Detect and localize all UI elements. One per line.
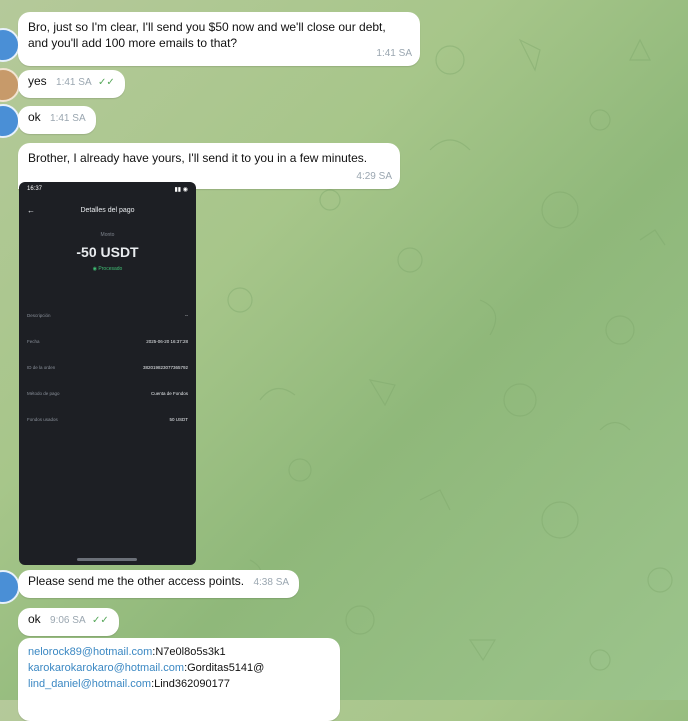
- phone-signal-icon: ▮▮ ◉: [174, 187, 188, 193]
- detail-value: 2025-06-20 16:37:28: [146, 338, 188, 344]
- back-arrow-icon: ←: [27, 206, 35, 215]
- home-indicator: [77, 558, 137, 561]
- message-text: Bro, just so I'm clear, I'll send you $5…: [28, 20, 386, 50]
- detail-label: Método de pago: [27, 390, 60, 396]
- payment-amount: -50 USDT: [76, 244, 139, 260]
- detail-label: ID de la orden: [27, 364, 56, 370]
- message-text: yes: [28, 74, 47, 88]
- read-receipt-icon: ✓✓: [97, 77, 115, 88]
- read-receipt-icon: ✓✓: [91, 615, 109, 626]
- amount-label: Monto: [100, 232, 115, 238]
- password-text: :Gorditas5141@: [184, 662, 265, 674]
- phone-status-bar: 16:37 ▮▮ ◉: [19, 182, 196, 197]
- email-link[interactable]: karokarokarokaro@hotmail.com: [28, 662, 184, 674]
- password-text: :N7e0l8o5s3k1: [152, 646, 226, 658]
- message-bubble[interactable]: Please send me the other access points. …: [18, 570, 300, 598]
- message-time: 4:29 SA: [356, 171, 392, 182]
- detail-value: 382019823077365792: [142, 364, 188, 370]
- payment-screenshot-image[interactable]: 16:37 ▮▮ ◉ ← Detalles del pago Monto -50…: [19, 182, 196, 565]
- message-bubble[interactable]: ok 9:06 SA ✓✓: [18, 608, 119, 636]
- message-time: 1:41 SA: [56, 77, 92, 88]
- detail-label: Descripción: [27, 312, 51, 318]
- detail-value: --: [185, 312, 188, 318]
- detail-row: Fondos usados 50 USDT: [27, 406, 188, 432]
- phone-clock: 16:37: [27, 186, 43, 192]
- email-line: nelorock89@hotmail.com:N7e0l8o5s3k1: [28, 644, 330, 660]
- detail-row: Descripción --: [27, 302, 188, 328]
- detail-value: 50 USDT: [169, 416, 188, 422]
- email-line: karokarokarokaro@hotmail.com:Gorditas514…: [28, 660, 330, 676]
- message-text: ok: [28, 110, 41, 124]
- message-bubble[interactable]: yes 1:41 SA ✓✓: [18, 70, 125, 98]
- phone-header: ← Detalles del pago: [19, 206, 196, 215]
- detail-label: Fondos usados: [27, 416, 58, 422]
- detail-label: Fecha: [27, 338, 40, 344]
- message-time: 1:41 SA: [50, 113, 86, 124]
- detail-row: Método de pago Cuenta de Fondos: [27, 380, 188, 406]
- detail-row: ID de la orden 382019823077365792: [27, 354, 188, 380]
- email-link[interactable]: lind_daniel@hotmail.com: [28, 678, 151, 690]
- payment-details: Descripción -- Fecha 2025-06-20 16:37:28 I…: [19, 302, 196, 432]
- message-text: ok: [28, 612, 41, 626]
- email-link[interactable]: nelorock89@hotmail.com: [28, 646, 152, 658]
- message-bubble[interactable]: ok 1:41 SA: [18, 106, 96, 134]
- user-avatar[interactable]: [0, 68, 20, 102]
- contact-avatar[interactable]: [0, 28, 20, 62]
- message-time: 9:06 SA: [50, 615, 86, 626]
- message-text: Brother, I already have yours, I'll send…: [28, 151, 368, 165]
- contact-avatar[interactable]: [0, 104, 20, 138]
- message-time: 4:38 SA: [253, 577, 290, 588]
- email-line: lind_daniel@hotmail.com:Lind362090177: [28, 676, 330, 692]
- phone-title: Detalles del pago: [80, 207, 135, 214]
- message-bubble[interactable]: Bro, just so I'm clear, I'll send you $5…: [18, 12, 420, 66]
- message-time: 1:41 SA: [376, 48, 412, 59]
- detail-row: Fecha 2025-06-20 16:37:28: [27, 328, 188, 354]
- payment-status-text: Procesado: [98, 266, 123, 272]
- payment-status: ◉ Procesado: [19, 266, 196, 272]
- password-text: :Lind362090177: [151, 678, 230, 690]
- message-bubble[interactable]: nelorock89@hotmail.com:N7e0l8o5s3k1 karo…: [18, 638, 340, 721]
- detail-value: Cuenta de Fondos: [150, 390, 188, 396]
- contact-avatar[interactable]: [0, 570, 20, 604]
- message-text: Please send me the other access points.: [28, 574, 245, 588]
